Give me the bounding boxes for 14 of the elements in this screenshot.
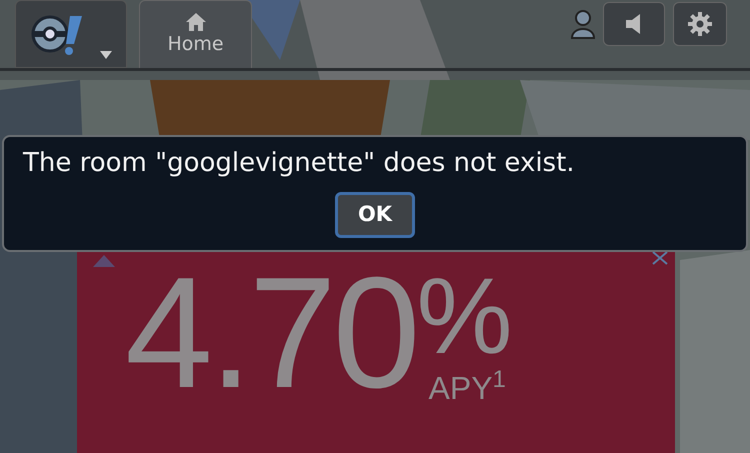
- speaker-icon: [626, 14, 642, 34]
- home-tab[interactable]: Home: [139, 0, 252, 68]
- home-icon: [186, 12, 206, 31]
- ad-percent: %: [416, 262, 513, 370]
- ad-label: APY$^{1}$: [428, 372, 506, 404]
- ad-rate: 4.70: [125, 254, 417, 412]
- ok-button[interactable]: OK: [335, 192, 415, 238]
- user-icon[interactable]: [571, 9, 595, 39]
- caret-icon: [100, 51, 112, 59]
- logo-button[interactable]: [15, 0, 127, 68]
- ad-choices-icon: [93, 255, 115, 267]
- sound-button[interactable]: [603, 2, 665, 46]
- settings-button[interactable]: [673, 2, 727, 46]
- dialog-message: The room "googlevignette" does not exist.: [22, 147, 575, 176]
